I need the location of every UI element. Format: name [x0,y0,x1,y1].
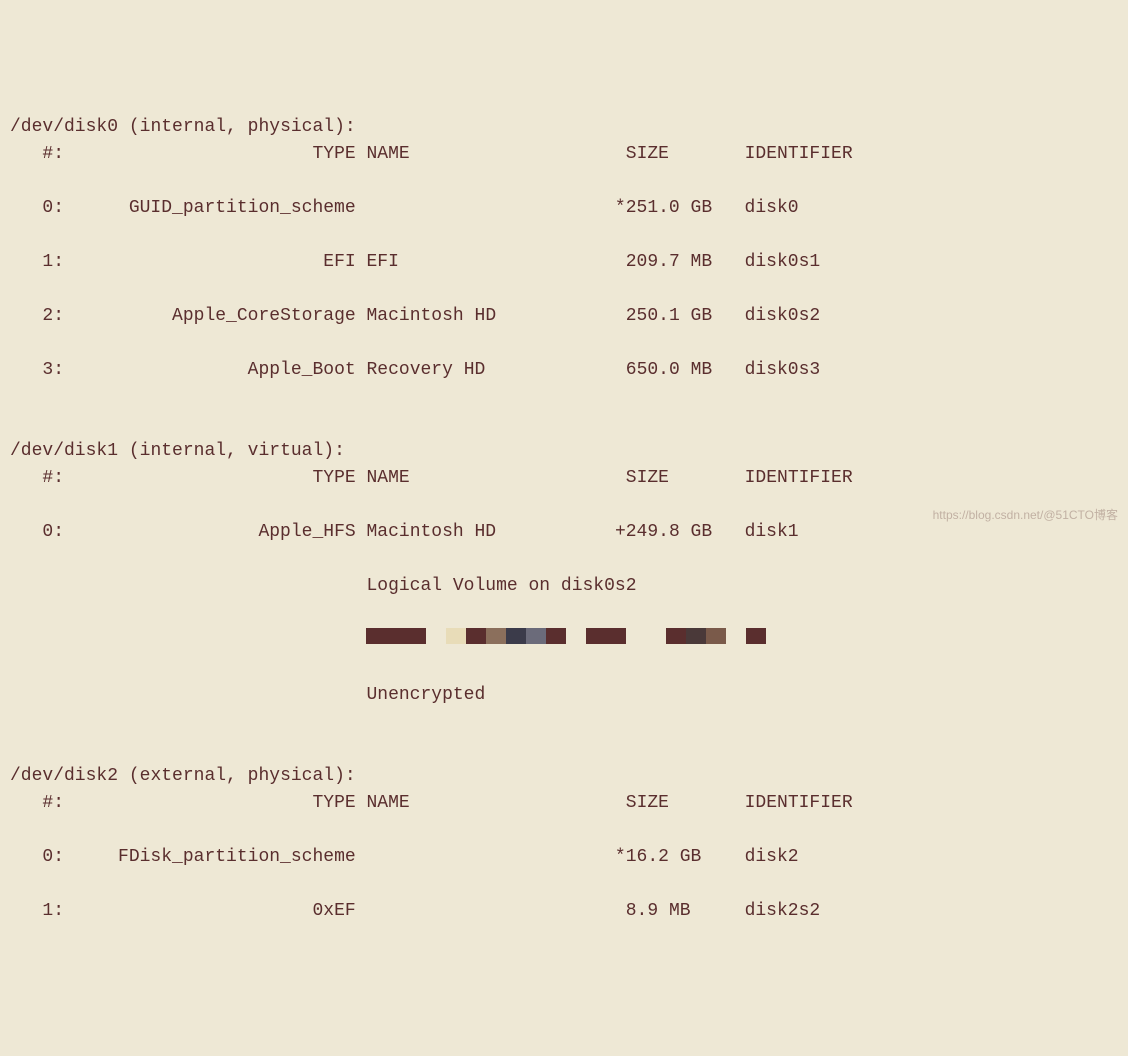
watermark: https://blog.csdn.net/@51CTO博客 [933,506,1118,524]
disk0-partition-row: 3: Apple_Boot Recovery HD 650.0 MB disk0… [10,357,1118,384]
disk2-partition-row: 0: FDisk_partition_scheme *16.2 GB disk2 [10,844,1118,871]
disk2-header: /dev/disk2 (external, physical): [10,766,356,786]
disk1-redacted-line [10,627,1118,655]
disk0-header: /dev/disk0 (internal, physical): [10,117,356,137]
disk1-column-header: #: TYPE NAME SIZE IDENTIFIER [10,465,1118,492]
disk2-column-header: #: TYPE NAME SIZE IDENTIFIER [10,790,1118,817]
disk1-header: /dev/disk1 (internal, virtual): [10,441,345,461]
disk0-column-header: #: TYPE NAME SIZE IDENTIFIER [10,141,1118,168]
disk0-partition-row: 0: GUID_partition_scheme *251.0 GB disk0 [10,195,1118,222]
disk1-extra-line: Logical Volume on disk0s2 [10,573,1118,600]
disk0-partition-row: 2: Apple_CoreStorage Macintosh HD 250.1 … [10,303,1118,330]
disk1-extra-line: Unencrypted [10,682,1118,709]
disk2-partition-row: 1: 0xEF 8.9 MB disk2s2 [10,898,1118,925]
redacted-mosaic [366,627,766,654]
disk0-partition-row: 1: EFI EFI 209.7 MB disk0s1 [10,249,1118,276]
